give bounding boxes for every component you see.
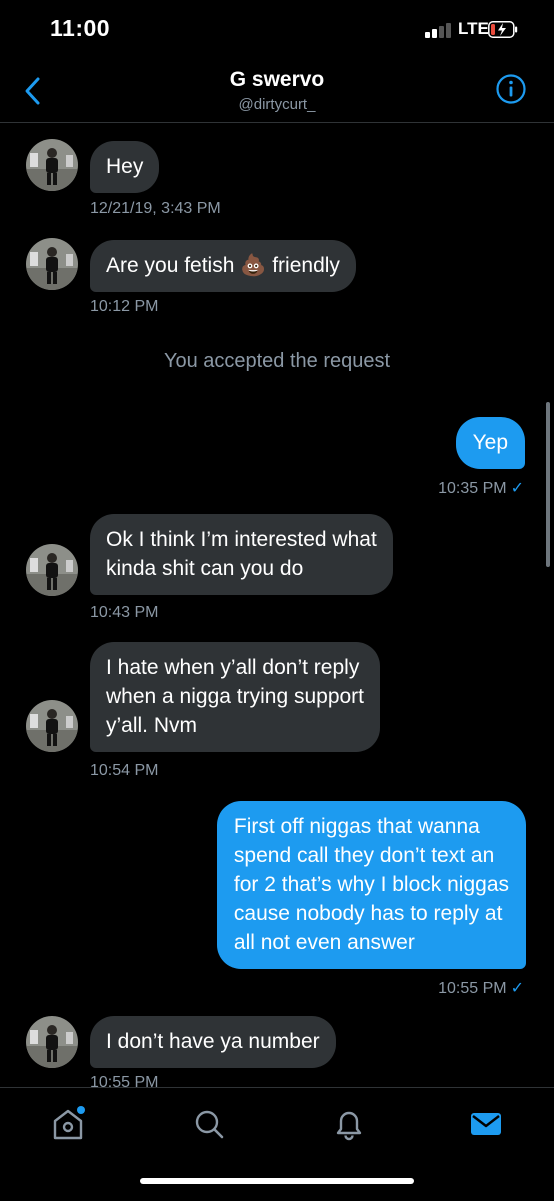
- message-timestamp: 10:55 PM ✓: [438, 978, 524, 998]
- message-text-line: when a nigga trying support: [106, 685, 364, 708]
- message-bubble-incoming[interactable]: Are you fetish 💩 friendly: [90, 240, 356, 292]
- message-timestamp: 10:12 PM: [90, 298, 159, 315]
- message-bubble-incoming[interactable]: I hate when y’all don’t reply when a nig…: [90, 642, 380, 752]
- cellular-signal-icon: [425, 22, 453, 38]
- message-timestamp: 10:35 PM ✓: [438, 478, 524, 498]
- message-text-line: cause nobody has to reply at: [233, 902, 503, 925]
- message-text-line: spend call they don’t text an: [233, 844, 495, 867]
- message-bubble-incoming[interactable]: Hey: [90, 141, 160, 193]
- message-bubble-outgoing[interactable]: Yep: [455, 417, 525, 469]
- read-check-icon: ✓: [510, 980, 524, 997]
- messages-envelope-icon[interactable]: [466, 1104, 506, 1144]
- read-check-icon: ✓: [510, 480, 524, 497]
- avatar[interactable]: [26, 238, 78, 290]
- avatar-photo: [26, 544, 78, 596]
- message-text: Hey: [106, 155, 144, 178]
- message-text-line: Ok I think I’m interested what: [106, 528, 377, 551]
- scrollbar[interactable]: [546, 402, 550, 567]
- avatar[interactable]: [26, 1016, 78, 1068]
- timestamp-text: 10:35 PM: [438, 480, 507, 497]
- request-accepted-notice: You accepted the request: [163, 350, 391, 372]
- network-type: LTE: [458, 19, 489, 38]
- message-text: Are you fetish 💩 friendly: [106, 254, 340, 277]
- message-text-line: kinda shit can you do: [106, 557, 304, 580]
- home-icon[interactable]: [48, 1104, 88, 1144]
- message-timestamp: 10:43 PM: [90, 604, 159, 621]
- message-bubble-incoming[interactable]: I don’t have ya number: [90, 1016, 336, 1068]
- battery-charging-icon: [488, 21, 518, 38]
- message-timestamp: 12/21/19, 3:43 PM: [90, 200, 221, 217]
- message-text-line: y’all. Nvm: [106, 714, 198, 737]
- search-icon[interactable]: [189, 1104, 229, 1144]
- message-text: Yep: [472, 431, 508, 454]
- conversation-name[interactable]: G swervo: [0, 68, 554, 92]
- message-text-line: for 2 that’s why I block niggas: [233, 873, 509, 896]
- message-text-line: I hate when y’all don’t reply: [106, 656, 360, 679]
- avatar-photo: [26, 1016, 78, 1068]
- info-icon[interactable]: [495, 73, 527, 105]
- message-text-line: all not even answer: [233, 931, 415, 954]
- status-bar: 11:00 LTE: [0, 0, 554, 60]
- avatar[interactable]: [26, 544, 78, 596]
- message-timestamp: 10:54 PM: [90, 762, 159, 779]
- avatar-photo: [26, 139, 78, 191]
- conversation-header: G swervo @dirtycurt_: [0, 60, 554, 123]
- avatar-photo: [26, 238, 78, 290]
- notifications-bell-icon[interactable]: [329, 1104, 369, 1144]
- conversation-handle[interactable]: @dirtycurt_: [0, 96, 554, 113]
- message-bubble-incoming[interactable]: Ok I think I’m interested what kinda shi…: [90, 514, 393, 595]
- avatar[interactable]: [26, 139, 78, 191]
- status-time: 11:00: [50, 15, 111, 41]
- message-text-line: First off niggas that wanna: [233, 815, 480, 838]
- message-text: I don’t have ya number: [106, 1030, 320, 1053]
- message-bubble-outgoing[interactable]: First off niggas that wanna spend call t…: [216, 801, 526, 969]
- home-indicator[interactable]: [140, 1178, 414, 1184]
- avatar-photo: [26, 700, 78, 752]
- avatar[interactable]: [26, 700, 78, 752]
- timestamp-text: 10:55 PM: [438, 980, 507, 997]
